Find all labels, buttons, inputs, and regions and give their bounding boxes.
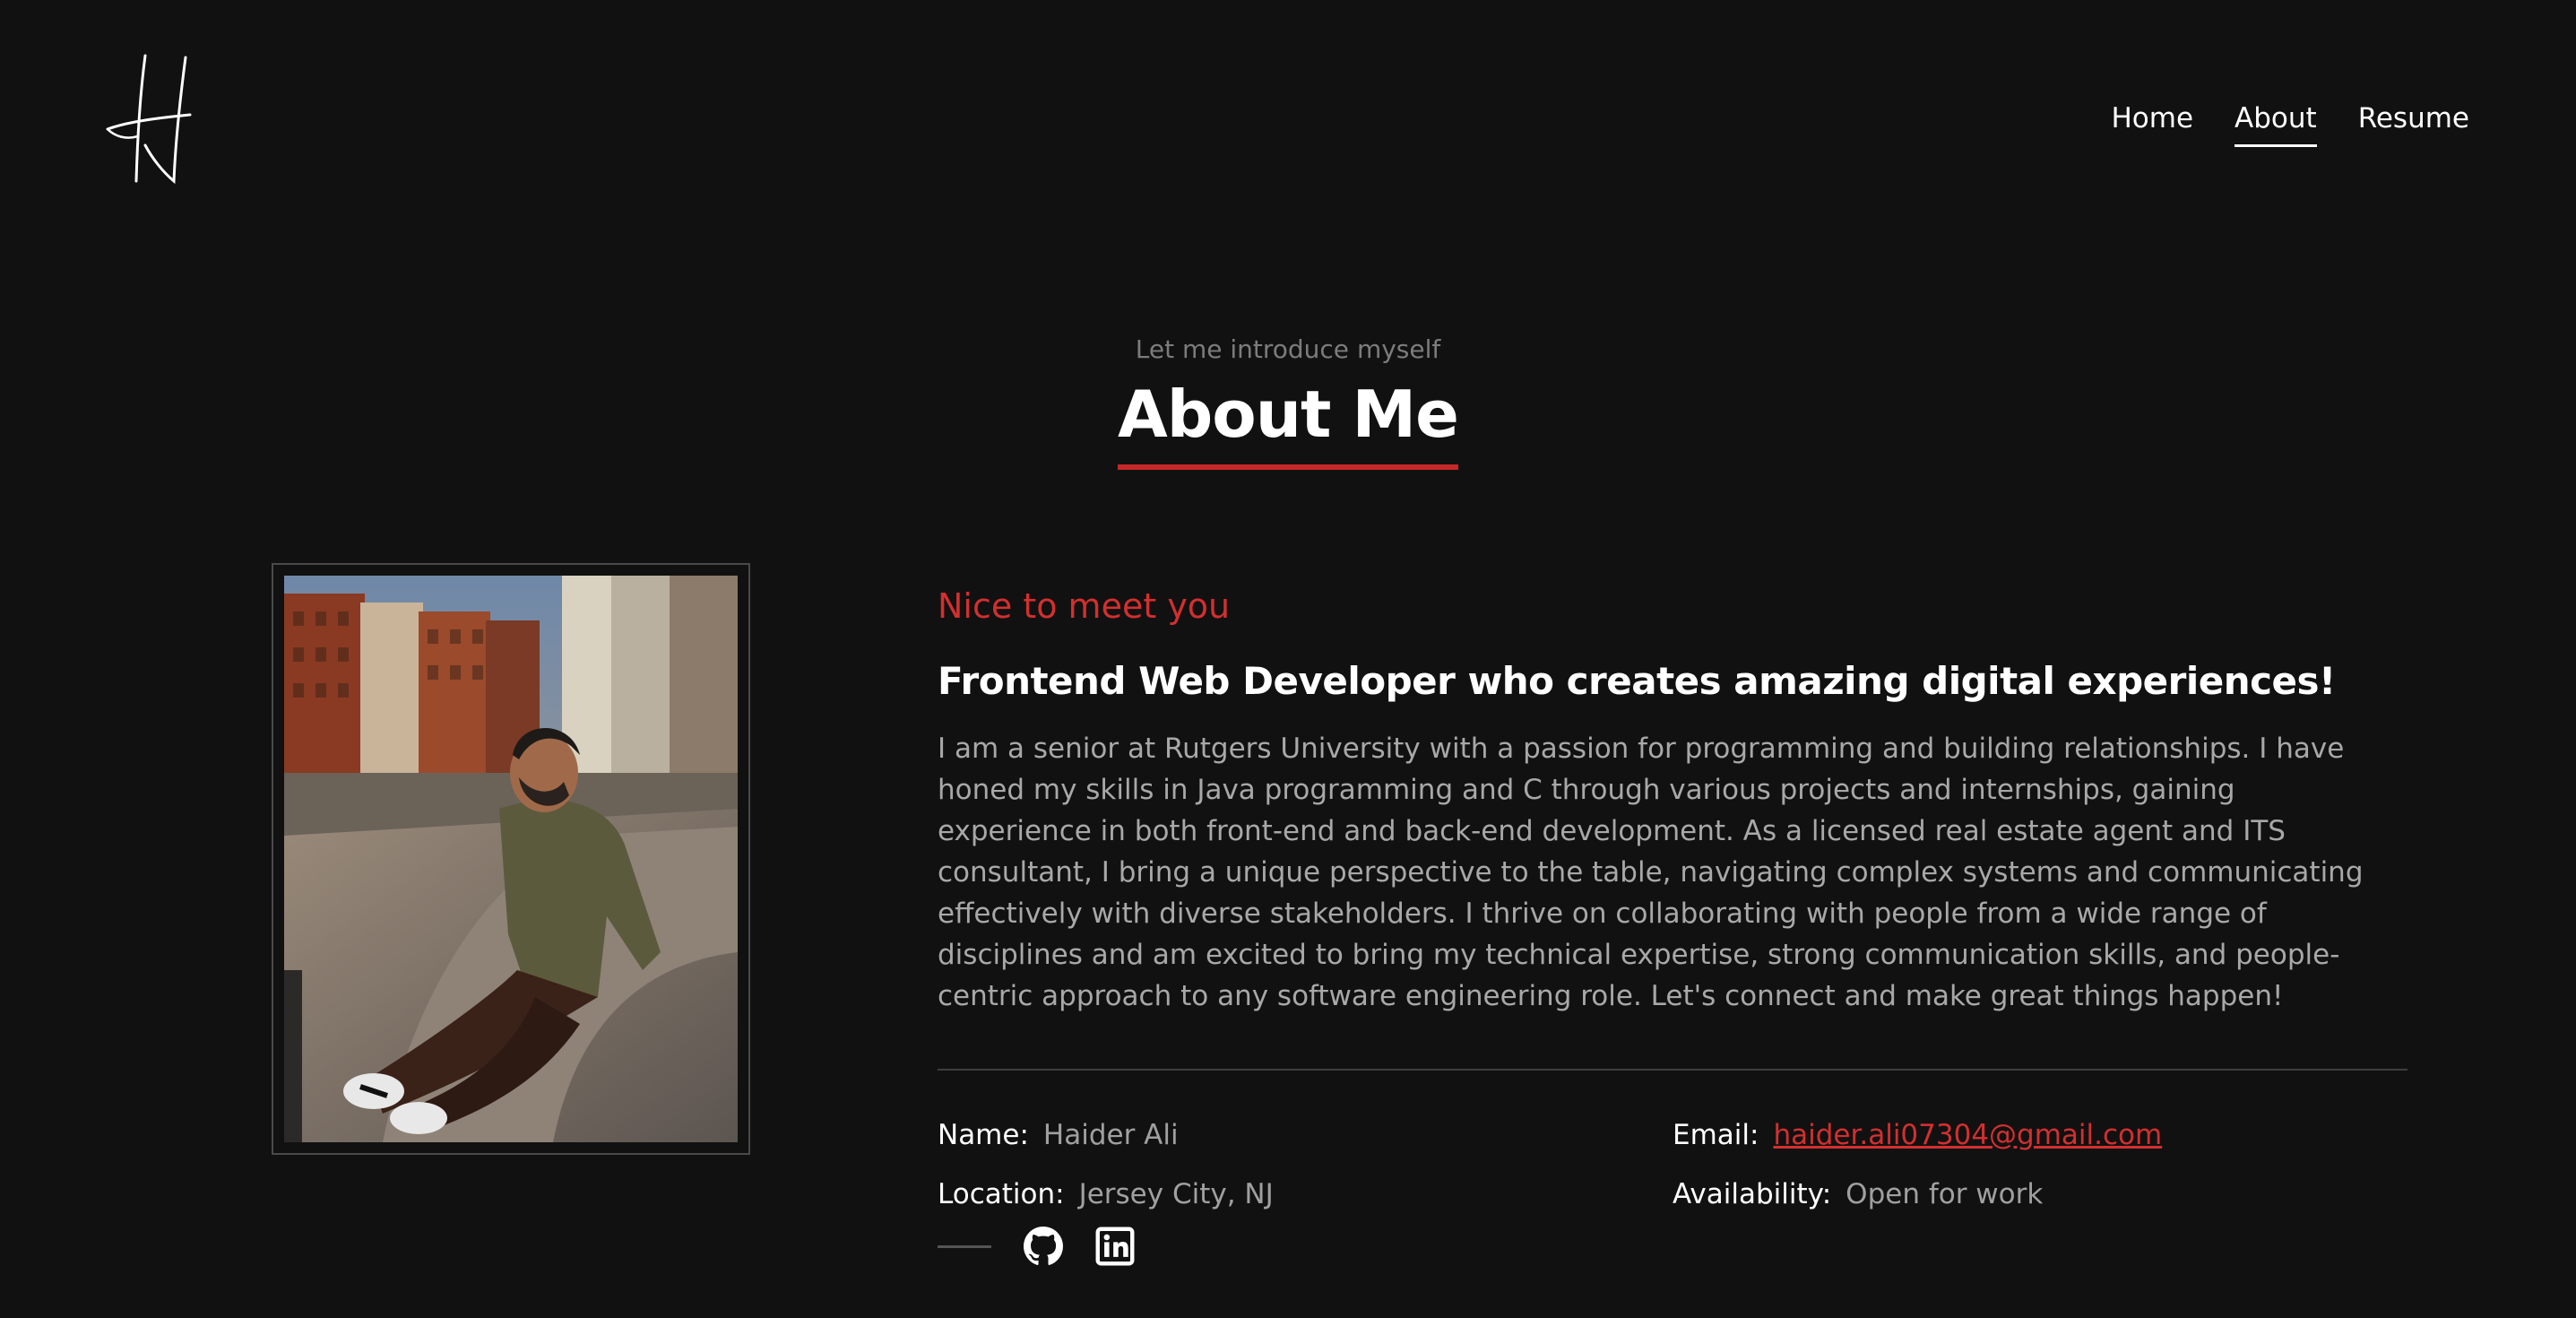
section-intro: Let me introduce myself [1135,334,1441,364]
email-link[interactable]: haider.ali07304@gmail.com [1773,1119,2162,1151]
greeting: Nice to meet you [938,586,1231,626]
location-value: Jersey City, NJ [1078,1178,1274,1210]
signature-logo[interactable] [100,47,199,190]
info-grid: Name: Haider Ali Email: haider.ali07304@gm… [938,1115,2407,1214]
bio-paragraph: I am a senior at Rutgers University with… [938,733,2364,1012]
profile-photo [284,576,738,1142]
info-email: Email: haider.ali07304@gmail.com [1673,1115,2407,1155]
social-dash [938,1244,991,1248]
name-value: Haider Ali [1042,1119,1179,1151]
headline: Frontend Web Developer who creates amazi… [938,659,2336,703]
about-content: Nice to meet you Frontend Web Developer … [938,581,2407,1266]
section-title-wrap: About Me [0,377,2576,470]
info-name: Name: Haider Ali [938,1115,1673,1155]
nav-resume[interactable]: Resume [2358,99,2469,147]
nav-about[interactable]: About [2235,99,2317,147]
nav-home[interactable]: Home [2112,99,2194,147]
name-label: Name: [938,1119,1029,1151]
about-page: Home About Resume Let me introduce mysel… [0,0,2576,1318]
main-nav: Home About Resume [2112,99,2469,147]
github-icon[interactable] [1024,1227,1063,1266]
linkedin-icon[interactable] [1095,1227,1135,1266]
email-label: Email: [1673,1119,1759,1151]
availability-label: Availability: [1673,1178,1832,1210]
divider [938,1069,2407,1071]
info-location: Location: Jersey City, NJ [938,1175,1673,1214]
profile-photo-frame [272,563,750,1155]
info-availability: Availability: Open for work [1673,1175,2407,1214]
location-label: Location: [938,1178,1065,1210]
section-title: About Me [1118,377,1459,470]
social-links [938,1227,2407,1266]
availability-value: Open for work [1846,1178,2044,1210]
